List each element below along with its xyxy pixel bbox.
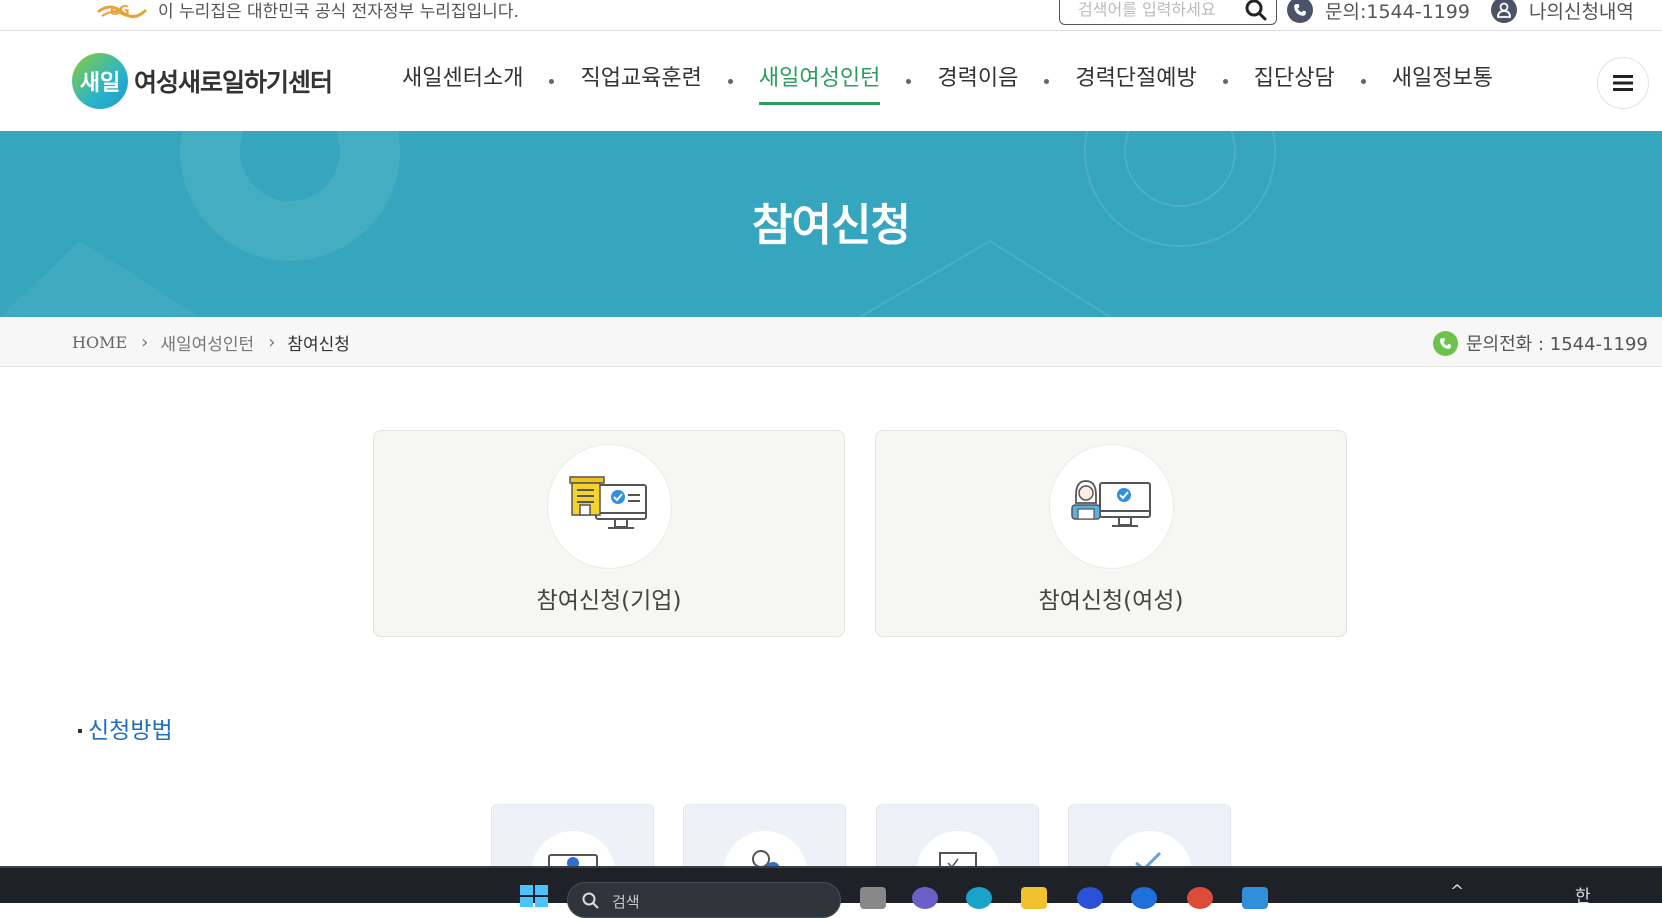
- teams-icon[interactable]: [912, 887, 938, 909]
- chrome-icon[interactable]: [1187, 887, 1213, 909]
- page-banner: 참여신청: [0, 131, 1662, 317]
- nav-separator: [549, 78, 555, 84]
- task-view-icon[interactable]: [860, 887, 886, 909]
- chevron-right-icon: ›: [141, 332, 149, 353]
- nav-item-info[interactable]: 새일정보통: [1382, 61, 1503, 101]
- section-heading: 신청방법: [78, 711, 173, 745]
- main-nav: 새일센터소개 직업교육훈련 새일여성인턴 경력이음 경력단절예방 집단상담 새일…: [392, 61, 1503, 105]
- company-computer-icon: [547, 444, 672, 569]
- step-card: [1068, 804, 1231, 874]
- os-taskbar: 검색 ^ 한: [0, 866, 1662, 918]
- nav-separator: [1222, 78, 1228, 84]
- step-card: [491, 804, 654, 874]
- site-header: 새일 여성새로일하기센터 새일센터소개 직업교육훈련 새일여성인턴 경력이음 경…: [0, 31, 1662, 131]
- file-explorer-icon[interactable]: [1021, 887, 1047, 909]
- nav-item-intro[interactable]: 새일센터소개: [392, 61, 533, 101]
- phone-icon: [1433, 330, 1458, 356]
- taskbar-search-text: 검색: [612, 893, 640, 911]
- search-icon: [582, 892, 599, 909]
- breadcrumb-phone-text: 문의전화 : 1544-1199: [1466, 334, 1648, 355]
- gov-notice-text: 이 누리집은 대한민국 공식 전자정부 누리집입니다.: [158, 2, 519, 22]
- svg-text:eG: eG: [110, 4, 130, 19]
- site-search: [1059, 0, 1277, 25]
- logo-mark: 새일: [72, 53, 128, 109]
- apply-company-card[interactable]: 참여신청(기업): [373, 430, 845, 637]
- chevron-right-icon: ›: [268, 332, 276, 353]
- nav-separator: [1044, 78, 1050, 84]
- nav-item-group-counsel[interactable]: 집단상담: [1244, 61, 1345, 101]
- section-title: 신청방법: [88, 718, 173, 744]
- logo-text: 여성새로일하기센터: [134, 68, 333, 97]
- search-icon[interactable]: [1244, 0, 1268, 22]
- app-icon[interactable]: [1131, 887, 1157, 909]
- breadcrumb-current: 참여신청: [287, 335, 350, 355]
- search-input[interactable]: [1078, 0, 1228, 20]
- all-menu-button[interactable]: [1597, 57, 1649, 109]
- step-card: [876, 804, 1039, 874]
- ime-indicator[interactable]: 한: [1575, 882, 1591, 907]
- apply-company-label: 참여신청(기업): [536, 588, 682, 614]
- page-title: 참여신청: [752, 200, 911, 251]
- my-applications-text: 나의신청내역: [1529, 0, 1634, 23]
- bullet-icon: [78, 729, 82, 733]
- breadcrumb-home[interactable]: HOME: [72, 333, 127, 352]
- taskbar-search[interactable]: 검색: [567, 882, 841, 918]
- phone-icon: [1287, 0, 1313, 23]
- breadcrumb-level1[interactable]: 새일여성인턴: [160, 330, 254, 355]
- egov-logo-icon: eG: [97, 4, 148, 19]
- apply-woman-card[interactable]: 참여신청(여성): [875, 430, 1347, 637]
- nav-separator: [906, 78, 912, 84]
- windows-start-icon[interactable]: [520, 885, 548, 907]
- nav-separator: [1360, 78, 1366, 84]
- nav-item-intern[interactable]: 새일여성인턴: [749, 61, 890, 105]
- site-logo[interactable]: 새일 여성새로일하기센터: [72, 53, 333, 109]
- hamburger-icon: [1613, 75, 1633, 91]
- step-card: [683, 804, 846, 874]
- app-icon[interactable]: [1077, 887, 1103, 909]
- notepad-icon[interactable]: [1242, 887, 1268, 909]
- my-applications-link[interactable]: 나의신청내역: [1491, 0, 1634, 23]
- apply-woman-label: 참여신청(여성): [1038, 588, 1184, 614]
- top-inquiry[interactable]: 문의:1544-1199: [1287, 0, 1470, 23]
- top-inquiry-text: 문의:1544-1199: [1325, 0, 1470, 23]
- edge-icon[interactable]: [966, 887, 992, 909]
- user-icon: [1491, 0, 1517, 23]
- nav-item-career[interactable]: 경력이음: [927, 61, 1028, 101]
- breadcrumb: HOME › 새일여성인턴 › 참여신청 문의전화 : 1544-1199: [0, 317, 1662, 367]
- nav-item-prevention[interactable]: 경력단절예방: [1065, 61, 1206, 101]
- breadcrumb-phone: 문의전화 : 1544-1199: [1433, 330, 1648, 356]
- top-utility-bar: eG 이 누리집은 대한민국 공식 전자정부 누리집입니다. 문의:1544-1…: [0, 0, 1662, 31]
- nav-separator: [727, 78, 733, 84]
- woman-computer-icon: [1049, 444, 1174, 569]
- nav-item-training[interactable]: 직업교육훈련: [570, 61, 711, 101]
- chevron-up-icon[interactable]: ^: [1450, 882, 1464, 902]
